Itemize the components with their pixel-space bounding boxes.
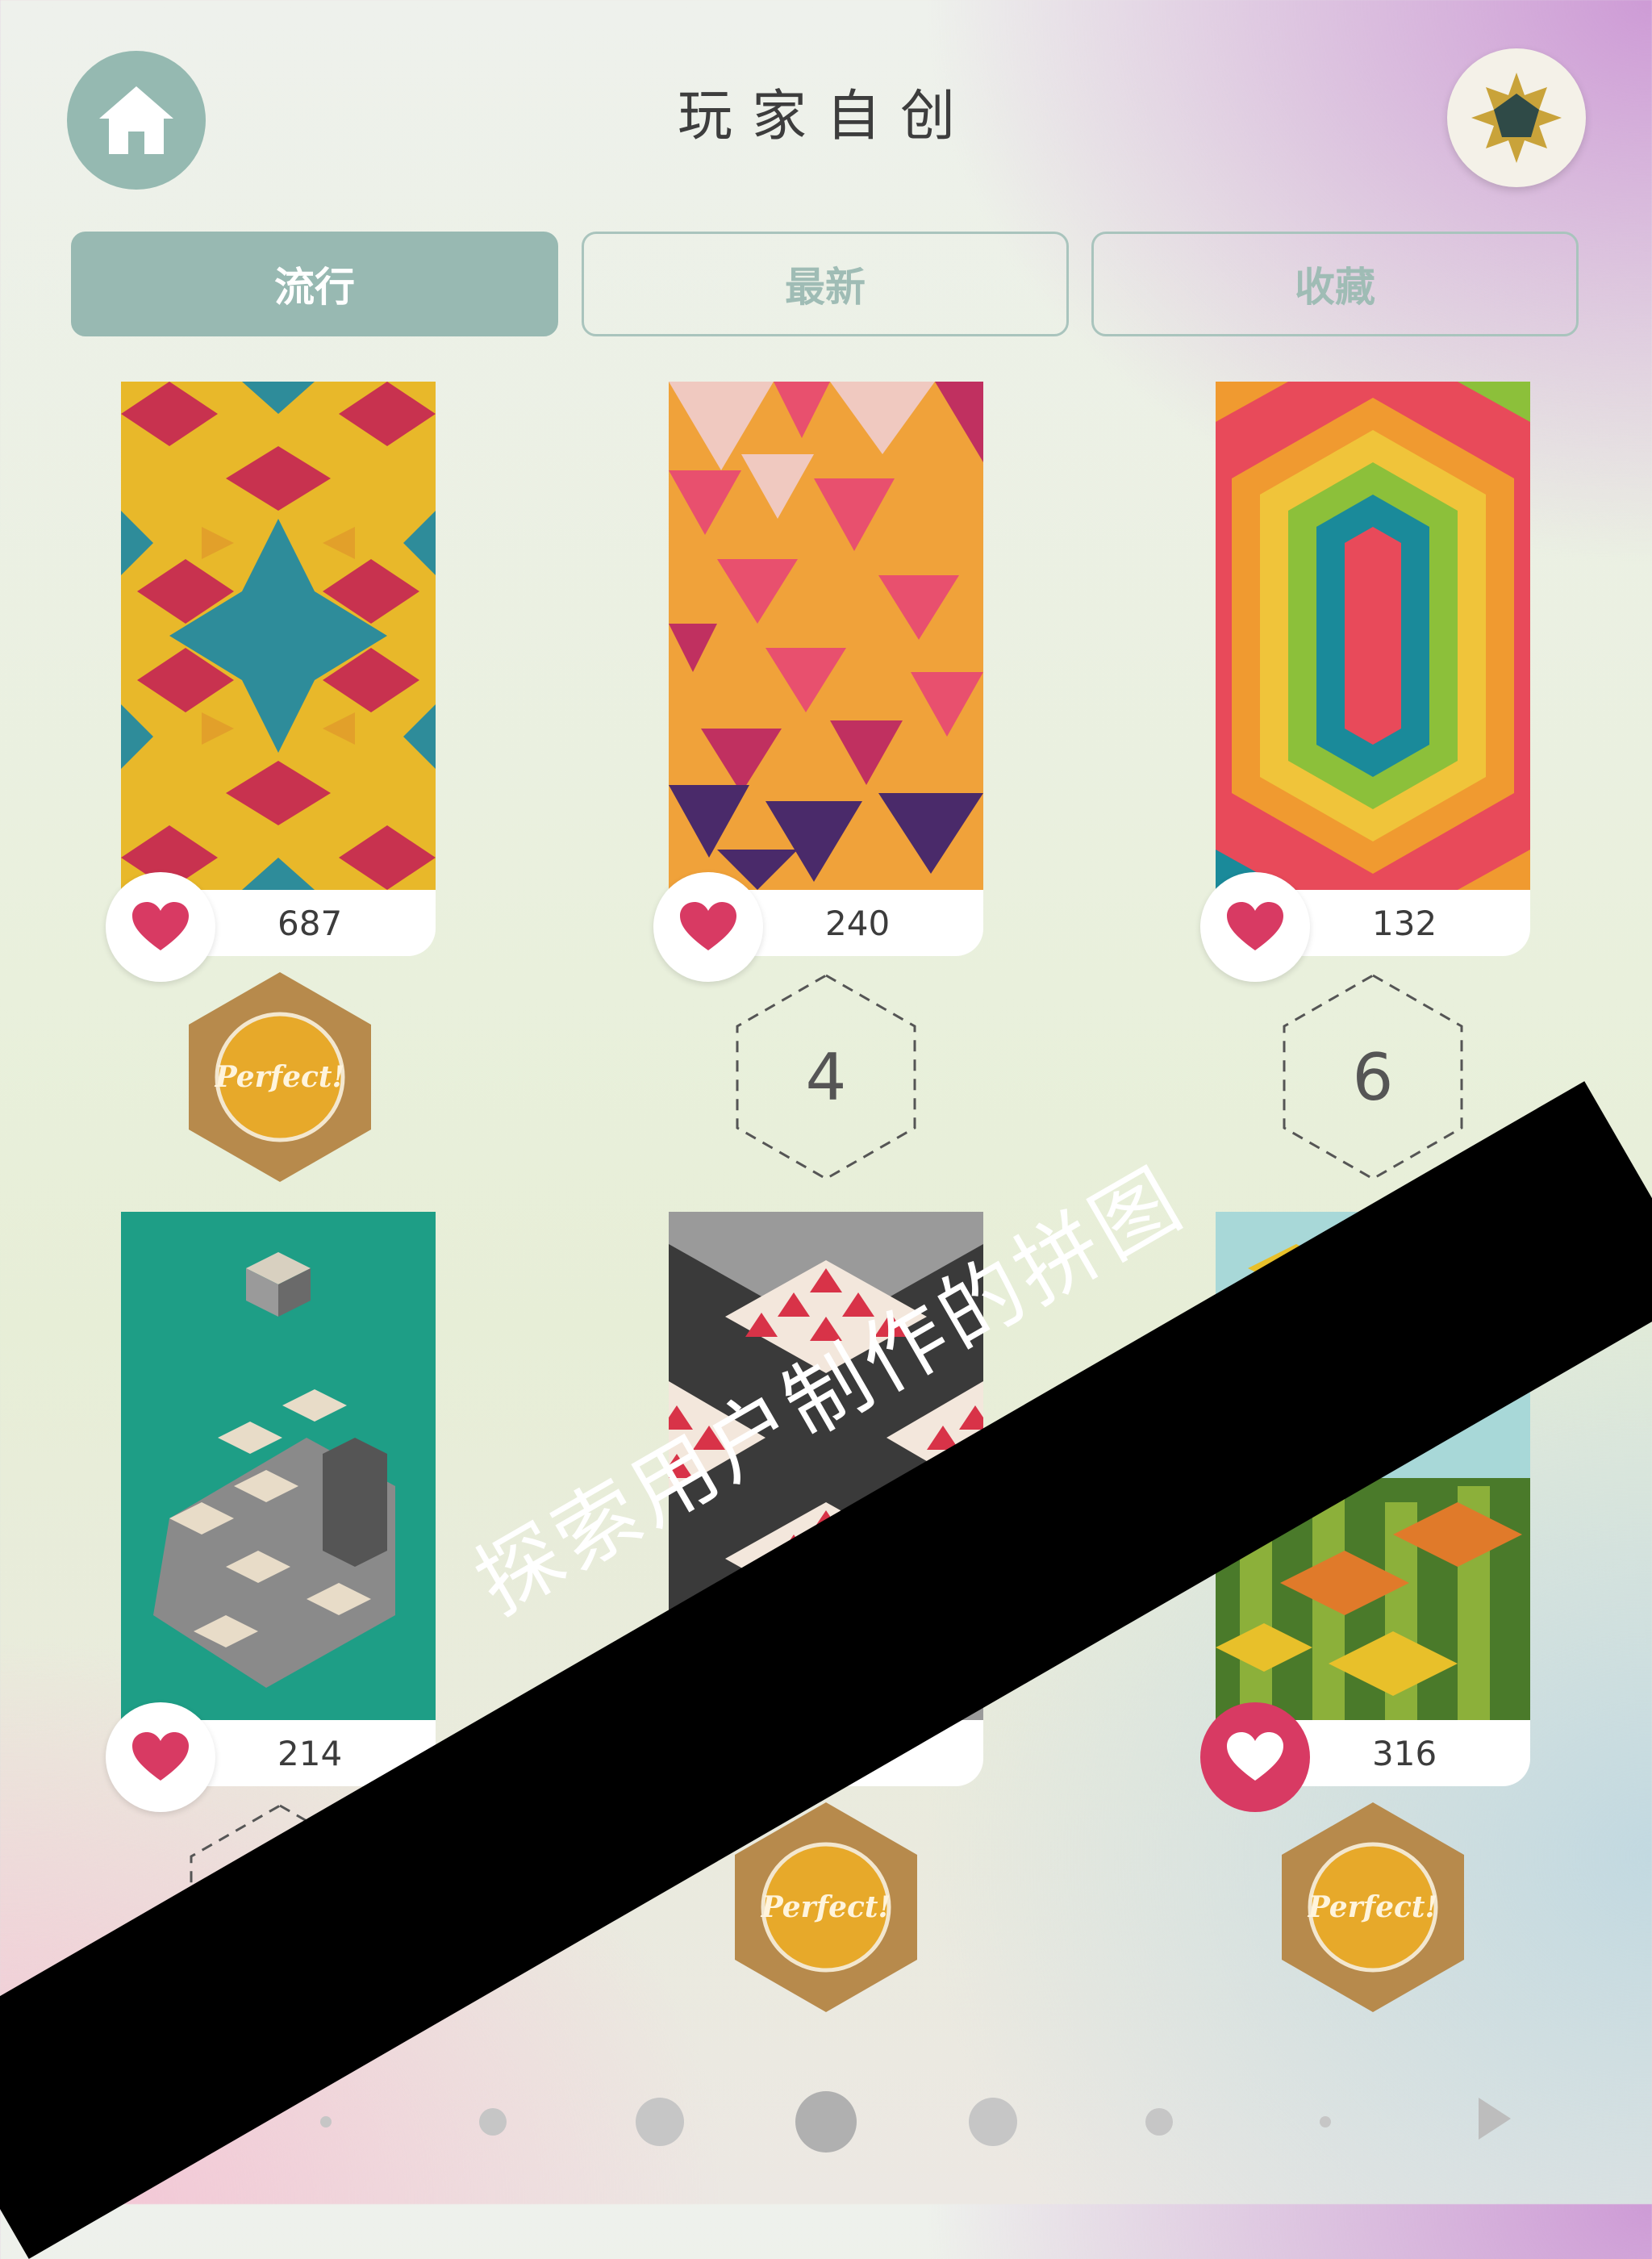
puzzle-thumbnail[interactable] (669, 382, 983, 890)
tab-newest[interactable]: 最新 (582, 232, 1069, 336)
svg-text:Perfect!: Perfect! (215, 1060, 345, 1094)
tab-favorites[interactable]: 收藏 (1091, 232, 1579, 336)
perfect-badge-icon: Perfect! (189, 972, 371, 1182)
page-dot[interactable] (479, 2108, 507, 2136)
svg-text:Perfect!: Perfect! (761, 1890, 891, 1924)
like-button[interactable] (1200, 872, 1310, 982)
page-dot[interactable] (1145, 2108, 1173, 2136)
heart-icon (1227, 902, 1283, 950)
difficulty-badge-icon: 4 (736, 974, 916, 1180)
like-button[interactable] (653, 872, 763, 982)
page-dot[interactable] (1320, 2116, 1331, 2127)
puzzle-thumbnail[interactable] (121, 382, 436, 890)
tab-popular[interactable]: 流行 (71, 232, 558, 336)
heart-icon (1227, 1732, 1283, 1781)
like-count: 240 (728, 890, 983, 956)
page-dot-active[interactable] (795, 2091, 857, 2153)
svg-text:4: 4 (806, 1040, 847, 1115)
star-medal-icon (1471, 73, 1562, 163)
page-dot[interactable] (320, 2116, 332, 2127)
like-button-liked[interactable] (1200, 1702, 1310, 1812)
page-dot[interactable] (969, 2098, 1017, 2146)
perfect-badge-icon: Perfect! (1282, 1802, 1464, 2012)
heart-icon (132, 902, 189, 950)
medal-button[interactable] (1447, 48, 1586, 187)
next-page-icon[interactable] (1479, 2098, 1511, 2140)
like-count: 316 (1275, 1720, 1530, 1786)
svg-text:Perfect!: Perfect! (1308, 1890, 1438, 1924)
heart-icon (680, 902, 736, 950)
page-dot[interactable] (636, 2098, 684, 2146)
puzzle-thumbnail[interactable] (1216, 382, 1530, 890)
like-button[interactable] (106, 872, 215, 982)
like-count: 687 (181, 890, 436, 956)
page-title: 玩家自创 (677, 85, 974, 148)
